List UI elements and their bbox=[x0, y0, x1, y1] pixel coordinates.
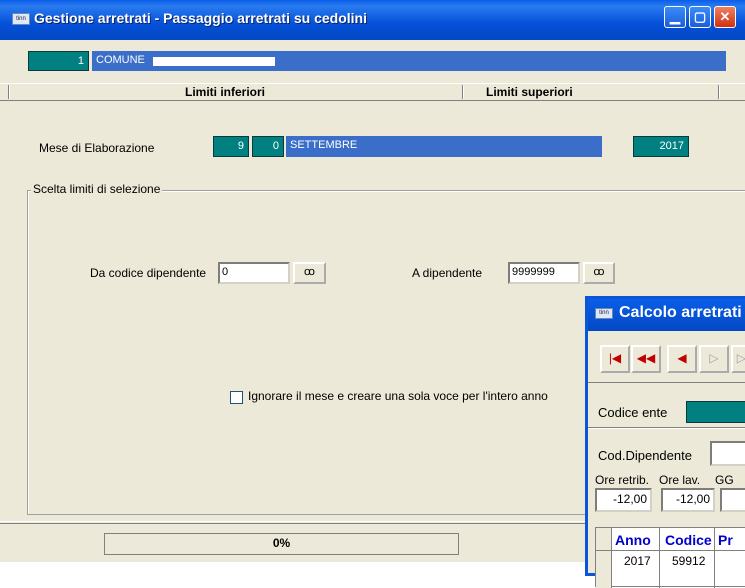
ore-lav-label: Ore lav. bbox=[659, 473, 701, 487]
table-cell-codice: 59912 bbox=[672, 554, 706, 568]
company-name: COMUNE bbox=[96, 54, 145, 66]
gg-label: GG bbox=[715, 473, 734, 487]
from-employee-lookup-button[interactable]: ꝏ bbox=[293, 262, 326, 284]
next-page-button[interactable]: ▷▷ bbox=[731, 345, 745, 373]
previous-page-icon: ◀◀ bbox=[636, 351, 656, 365]
progress-text: 0% bbox=[272, 536, 291, 550]
maximize-button[interactable]: ▢ bbox=[689, 6, 711, 28]
ore-lav-field[interactable]: -12,00 bbox=[661, 488, 715, 512]
minimize-button[interactable]: ▁ bbox=[664, 6, 686, 28]
previous-page-button[interactable]: ◀◀ bbox=[631, 345, 661, 373]
child-separator bbox=[588, 427, 745, 429]
first-record-icon: |◀ bbox=[608, 351, 622, 365]
main-window: tinn Gestione arretrati - Passaggio arre… bbox=[0, 0, 745, 588]
limits-header bbox=[0, 83, 745, 101]
table-header-anno[interactable]: Anno bbox=[615, 532, 651, 548]
table-header-pr[interactable]: Pr bbox=[718, 532, 733, 548]
next-page-icon: ▷▷ bbox=[736, 351, 745, 365]
close-button[interactable]: ✕ bbox=[714, 6, 736, 28]
to-employee-input[interactable]: 9999999 bbox=[508, 262, 580, 284]
dipendente-label: Cod.Dipendente bbox=[598, 448, 692, 463]
window-title: Gestione arretrati - Passaggio arretrati… bbox=[34, 10, 367, 26]
month-label: Mese di Elaborazione bbox=[39, 141, 155, 155]
table-col-divider bbox=[659, 528, 660, 588]
upper-limits-header: Limiti superiori bbox=[486, 85, 573, 99]
next-record-button[interactable]: ▷ bbox=[699, 345, 729, 373]
row-selector-column bbox=[596, 528, 612, 588]
progress-bar: 0% bbox=[104, 533, 459, 555]
table-header-divider bbox=[596, 550, 745, 551]
selection-group-title: Scelta limiti di selezione bbox=[31, 182, 163, 196]
from-employee-label: Da codice dipendente bbox=[90, 266, 207, 280]
glasses-icon: ꝏ bbox=[593, 266, 605, 278]
maximize-icon: ▢ bbox=[693, 9, 707, 24]
to-employee-label: A dipendente bbox=[412, 266, 483, 280]
title-bar[interactable]: tinn Gestione arretrati - Passaggio arre… bbox=[0, 0, 745, 40]
child-title-bar[interactable]: tinn Calcolo arretrati bbox=[588, 299, 745, 331]
minimize-icon: ▁ bbox=[670, 9, 680, 24]
previous-record-button[interactable]: ◀ bbox=[667, 345, 697, 373]
glasses-icon: ꝏ bbox=[303, 266, 316, 278]
month-name: SETTEMBRE bbox=[286, 136, 602, 157]
ente-label: Codice ente bbox=[598, 405, 668, 420]
app-icon: tinn bbox=[12, 13, 30, 25]
child-app-icon: tinn bbox=[595, 308, 613, 319]
table-cell-anno: 2017 bbox=[624, 554, 651, 568]
month-sub-field[interactable]: 0 bbox=[252, 136, 284, 157]
ignore-month-label: Ignorare il mese e creare una sola voce … bbox=[248, 389, 548, 403]
to-employee-lookup-button[interactable]: ꝏ bbox=[583, 262, 615, 284]
gg-field[interactable] bbox=[720, 488, 745, 512]
ignore-month-checkbox[interactable] bbox=[230, 391, 243, 404]
company-code: 1 bbox=[28, 51, 89, 71]
header-divider bbox=[462, 85, 464, 99]
dipendente-input[interactable] bbox=[710, 441, 745, 466]
ore-retrib-label: Ore retrib. bbox=[595, 473, 650, 487]
company-name-highlight bbox=[153, 57, 275, 66]
previous-record-icon: ◀ bbox=[677, 351, 687, 365]
calcolo-arretrati-window[interactable]: tinn Calcolo arretrati |◀ ◀◀ ◀ ▷ ▷▷ Codi… bbox=[585, 296, 745, 588]
header-divider bbox=[8, 85, 10, 99]
month-number-field[interactable]: 9 bbox=[213, 136, 249, 157]
header-divider bbox=[718, 85, 720, 99]
ore-retrib-field[interactable]: -12,00 bbox=[595, 488, 652, 512]
table-header-codice[interactable]: Codice bbox=[665, 532, 712, 548]
from-employee-input[interactable]: 0 bbox=[218, 262, 290, 284]
close-icon: ✕ bbox=[719, 9, 731, 24]
next-record-icon: ▷ bbox=[709, 351, 719, 365]
ente-field[interactable]: 1 bbox=[686, 401, 745, 423]
table-col-divider bbox=[714, 528, 715, 588]
first-record-button[interactable]: |◀ bbox=[600, 345, 630, 373]
lower-limits-header: Limiti inferiori bbox=[185, 85, 266, 99]
child-window-title: Calcolo arretrati bbox=[619, 304, 742, 321]
year-field[interactable]: 2017 bbox=[633, 136, 689, 157]
